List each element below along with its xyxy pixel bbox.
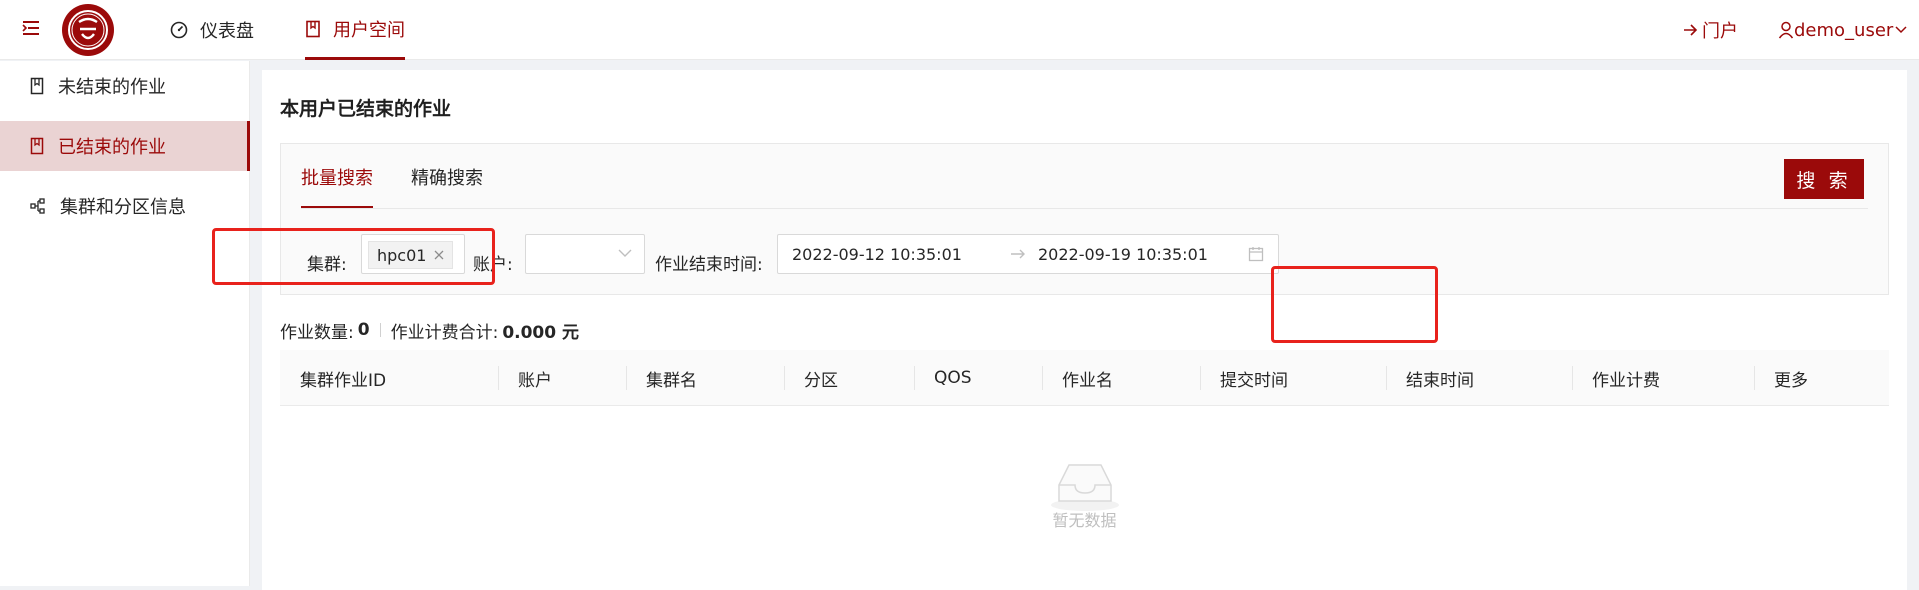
top-bar: 仪表盘 用户空间 门户 demo_user bbox=[0, 0, 1919, 60]
end-time-filter-label: 作业结束时间: bbox=[655, 255, 763, 275]
chevron-down-icon bbox=[618, 249, 632, 258]
nav-user-space[interactable]: 用户空间 bbox=[305, 0, 405, 60]
chevron-down-icon bbox=[1895, 26, 1907, 34]
sidebar: 未结束的作业 已结束的作业 集群和分区信息 bbox=[0, 61, 250, 586]
main-content: 本用户已结束的作业 批量搜索 精确搜索 搜 索 集群: hpc01 账户: 作业… bbox=[262, 70, 1907, 590]
nav-dashboard-label: 仪表盘 bbox=[200, 21, 254, 42]
job-count-label: 作业数量: bbox=[280, 322, 354, 343]
range-end-input[interactable]: 2022-09-19 10:35:01 bbox=[1038, 245, 1208, 264]
sidebar-item-label: 未结束的作业 bbox=[58, 77, 166, 98]
job-count-value: 0 bbox=[357, 320, 370, 340]
column-header-submit-time[interactable]: 提交时间 bbox=[1200, 350, 1288, 406]
end-time-range-picker[interactable]: 2022-09-12 10:35:01 2022-09-19 10:35:01 bbox=[777, 234, 1279, 274]
column-header-more[interactable]: 更多 bbox=[1754, 350, 1808, 406]
book-icon bbox=[305, 20, 321, 38]
nav-user-space-label: 用户空间 bbox=[333, 19, 405, 41]
dashboard-icon bbox=[170, 21, 188, 39]
jobs-table-header: 集群作业ID 账户 集群名 分区 QOS 作业名 提交时间 结束时间 作业计费 … bbox=[280, 350, 1889, 406]
university-seal-logo[interactable] bbox=[62, 4, 114, 56]
column-header-job-fee[interactable]: 作业计费 bbox=[1572, 350, 1660, 406]
account-select[interactable] bbox=[525, 234, 645, 274]
column-header-qos[interactable]: QOS bbox=[914, 350, 972, 406]
cluster-filter-label: 集群: bbox=[307, 255, 347, 275]
cluster-icon bbox=[30, 198, 46, 214]
sidebar-item-finished-jobs[interactable]: 已结束的作业 bbox=[0, 121, 250, 171]
range-start-input[interactable]: 2022-09-12 10:35:01 bbox=[792, 245, 962, 264]
cluster-select[interactable]: hpc01 bbox=[361, 234, 465, 274]
column-header-job-id[interactable]: 集群作业ID bbox=[280, 350, 386, 406]
tab-exact-search[interactable]: 精确搜索 bbox=[411, 164, 483, 208]
column-header-account[interactable]: 账户 bbox=[498, 350, 552, 406]
arrow-right-icon bbox=[1682, 22, 1698, 38]
summary-divider bbox=[379, 323, 381, 337]
page-title: 本用户已结束的作业 bbox=[280, 98, 452, 120]
job-fee-value: 0.000 元 bbox=[502, 322, 580, 343]
sidebar-item-label: 集群和分区信息 bbox=[60, 197, 186, 218]
user-menu[interactable]: demo_user bbox=[1778, 0, 1907, 60]
book-icon bbox=[30, 77, 44, 95]
column-header-cluster-name[interactable]: 集群名 bbox=[626, 350, 697, 406]
user-name: demo_user bbox=[1794, 19, 1894, 41]
tab-batch-search[interactable]: 批量搜索 bbox=[301, 164, 373, 208]
empty-state-text: 暂无数据 bbox=[1052, 511, 1117, 530]
menu-fold-icon[interactable] bbox=[22, 20, 46, 40]
account-filter-label: 账户: bbox=[473, 255, 513, 275]
column-header-partition[interactable]: 分区 bbox=[784, 350, 838, 406]
job-summary: 作业数量: 0 作业计费合计: 0.000 元 bbox=[280, 310, 579, 350]
book-icon bbox=[30, 137, 44, 155]
close-icon[interactable] bbox=[434, 250, 444, 260]
job-fee-label: 作业计费合计: bbox=[390, 322, 499, 343]
column-header-end-time[interactable]: 结束时间 bbox=[1386, 350, 1474, 406]
search-panel: 批量搜索 精确搜索 搜 索 集群: hpc01 账户: 作业结束时间: 2022… bbox=[280, 143, 1889, 295]
tab-divider bbox=[301, 208, 1868, 209]
column-header-job-name[interactable]: 作业名 bbox=[1042, 350, 1113, 406]
cluster-tag-label: hpc01 bbox=[377, 245, 427, 265]
sidebar-item-label: 已结束的作业 bbox=[58, 137, 166, 158]
calendar-icon bbox=[1248, 246, 1264, 262]
portal-label: 门户 bbox=[1702, 21, 1738, 42]
sidebar-item-unfinished-jobs[interactable]: 未结束的作业 bbox=[0, 61, 250, 111]
user-icon bbox=[1778, 21, 1794, 39]
nav-dashboard[interactable]: 仪表盘 bbox=[170, 0, 254, 60]
portal-link[interactable]: 门户 bbox=[1682, 0, 1738, 60]
sidebar-item-cluster-info[interactable]: 集群和分区信息 bbox=[0, 181, 250, 231]
search-button[interactable]: 搜 索 bbox=[1784, 159, 1864, 199]
range-arrow-icon bbox=[1010, 248, 1026, 260]
cluster-tag: hpc01 bbox=[368, 241, 454, 269]
